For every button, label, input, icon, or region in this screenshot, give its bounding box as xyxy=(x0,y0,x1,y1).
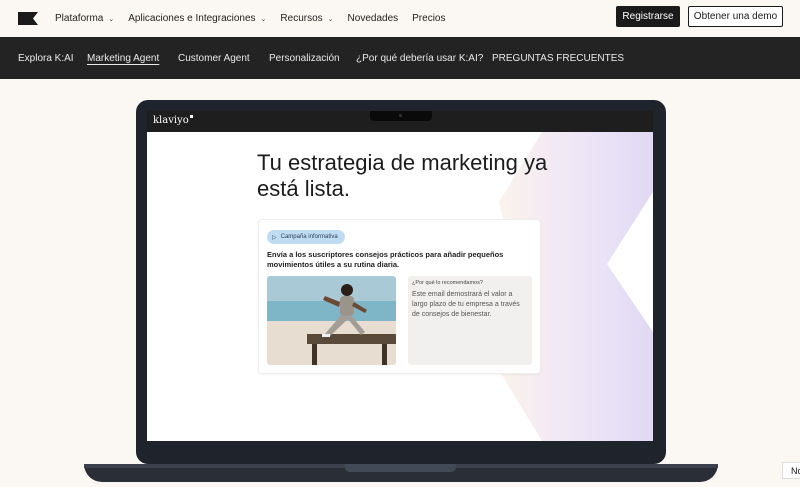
chevron-down-icon: ⌄ xyxy=(108,15,115,23)
subnav-item-marketing-agent[interactable]: Marketing Agent xyxy=(87,53,159,64)
nav-item-label: Novedades xyxy=(347,13,399,24)
send-icon: ▷ xyxy=(272,234,277,241)
chevron-down-icon: ⌄ xyxy=(260,15,267,23)
nav-item-label: Plataforma xyxy=(55,13,104,24)
nav-item-label: Precios xyxy=(412,13,446,24)
laptop-hinge-groove xyxy=(345,464,456,472)
nav-item-label: Recursos xyxy=(280,13,323,24)
nav-item-aplicaciones[interactable]: Aplicaciones e Integraciones ⌄ xyxy=(128,13,266,24)
laptop-screen: klaviyo Tu estrategia de marketing ya es… xyxy=(147,111,653,441)
reason-text: Este email demostrará el valor a largo p… xyxy=(412,291,520,318)
reason-title: ¿Por qué lo recomendamos? xyxy=(412,280,483,286)
app-top-bar: klaviyo xyxy=(147,111,653,132)
recommendation-card[interactable]: ▷ Campaña informativa Envía a los suscri… xyxy=(258,219,541,374)
reason-panel: ¿Por qué lo recomendamos? Este email dem… xyxy=(408,276,532,365)
campaign-tag-label: Campaña informativa xyxy=(280,234,338,240)
main-nav: Plataforma ⌄ Aplicaciones e Integracione… xyxy=(55,0,460,37)
campaign-tag: ▷ Campaña informativa xyxy=(267,230,345,244)
chevron-down-icon: ⌄ xyxy=(327,15,334,23)
headline: Tu estrategia de marketing ya está lista… xyxy=(257,150,548,201)
floating-chip[interactable]: No xyxy=(782,462,800,479)
nav-item-recursos[interactable]: Recursos ⌄ xyxy=(280,13,333,24)
subnav-item-explora[interactable]: Explora K:AI xyxy=(18,53,74,64)
card-description: Envía a los suscriptores consejos prácti… xyxy=(267,250,504,269)
brand-wordmark: klaviyo xyxy=(153,115,193,126)
nav-item-label: Aplicaciones e Integraciones xyxy=(128,13,256,24)
signup-button[interactable]: Registrarse xyxy=(616,6,680,27)
nav-item-novedades[interactable]: Novedades xyxy=(348,13,399,24)
nav-item-precios[interactable]: Precios xyxy=(412,13,445,24)
nav-item-plataforma[interactable]: Plataforma ⌄ xyxy=(55,13,114,24)
kai-subnav: Explora K:AI Marketing Agent Customer Ag… xyxy=(0,37,800,79)
subnav-item-por-que[interactable]: ¿Por qué debería usar K:AI? xyxy=(356,53,483,64)
subnav-item-personalizacion[interactable]: Personalización xyxy=(269,53,340,64)
subnav-item-faq[interactable]: PREGUNTAS FRECUENTES xyxy=(492,53,624,64)
top-navigation: Plataforma ⌄ Aplicaciones e Integracione… xyxy=(0,0,800,37)
camera-notch xyxy=(370,111,432,121)
get-demo-button[interactable]: Obtener una demo xyxy=(688,6,783,27)
woman-stretching-image xyxy=(267,276,396,365)
camera-icon xyxy=(399,114,402,117)
klaviyo-logo[interactable] xyxy=(18,12,38,25)
subnav-item-customer-agent[interactable]: Customer Agent xyxy=(178,53,250,64)
